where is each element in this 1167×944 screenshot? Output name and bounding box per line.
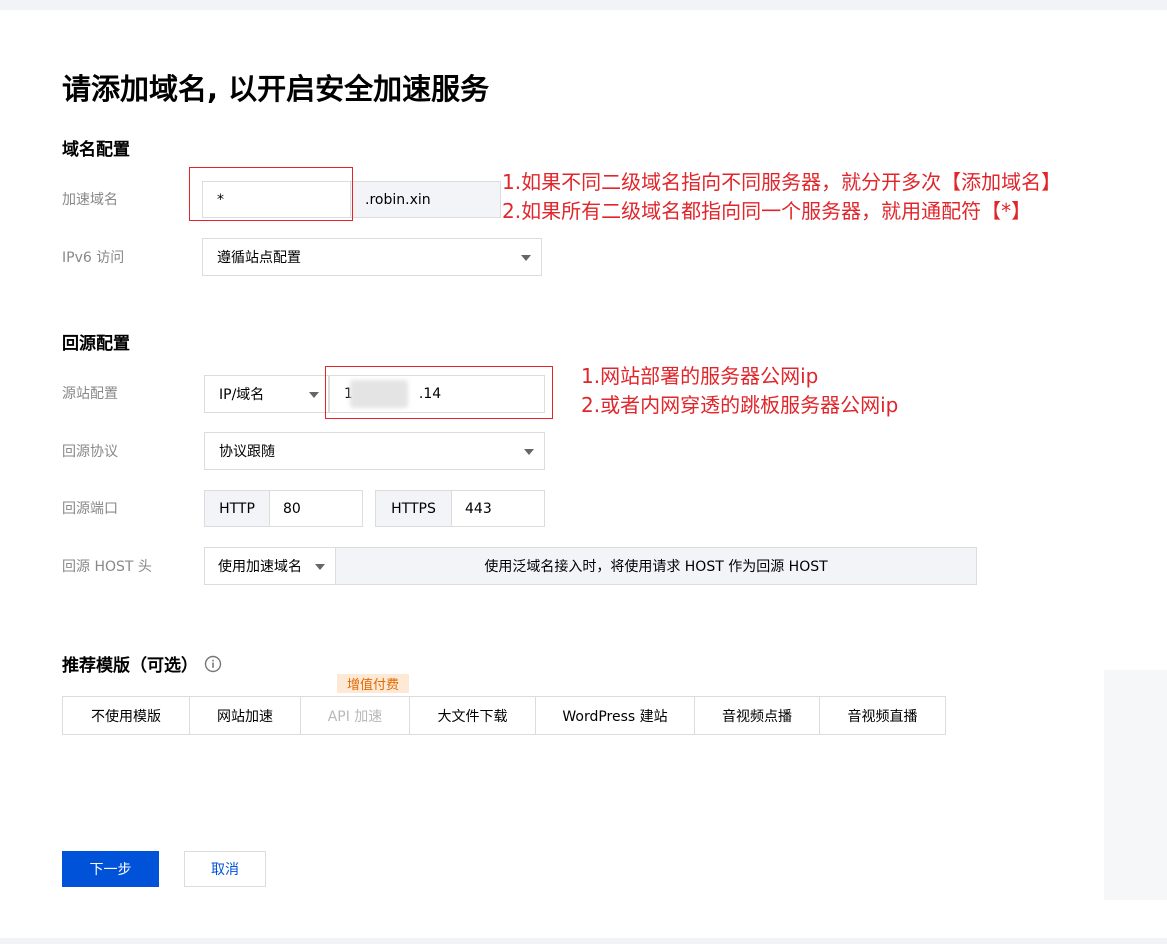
host-select[interactable]: 使用加速域名 xyxy=(204,547,336,585)
protocol-select[interactable]: 协议跟随 xyxy=(204,432,545,470)
protocol-label: 回源协议 xyxy=(62,444,118,460)
origin-type-value: IP/域名 xyxy=(219,387,265,403)
domain-config-title: 域名配置 xyxy=(62,140,130,160)
ipv6-select[interactable]: 遵循站点配置 xyxy=(202,238,542,276)
http-addon: HTTP xyxy=(204,490,270,527)
accel-domain-label: 加速域名 xyxy=(62,192,118,208)
template-option-api[interactable]: API 加速 xyxy=(301,697,410,734)
top-bar xyxy=(0,0,1167,10)
templates-title: 推荐模版（可选） xyxy=(62,651,222,676)
https-addon: HTTPS xyxy=(375,490,452,527)
cancel-button[interactable]: 取消 xyxy=(184,851,266,887)
domain-note-1: 1.如果不同二级域名指向不同服务器，就分开多次【添加域名】 xyxy=(502,170,1062,194)
annotation-box-domain xyxy=(189,167,353,221)
caret-down-icon xyxy=(524,449,534,455)
origin-note-1: 1.网站部署的服务器公网ip xyxy=(581,364,819,388)
origin-type-select[interactable]: IP/域名 xyxy=(204,375,329,413)
annotation-box-origin xyxy=(325,366,553,419)
port-label: 回源端口 xyxy=(62,501,118,517)
caret-down-icon xyxy=(521,255,531,261)
template-option-web[interactable]: 网站加速 xyxy=(190,697,301,734)
https-port-input[interactable]: 443 xyxy=(451,490,545,527)
origin-config-title: 回源配置 xyxy=(62,334,130,354)
origin-note-2: 2.或者内网穿透的跳板服务器公网ip xyxy=(581,393,899,417)
ipv6-select-value: 遵循站点配置 xyxy=(217,250,301,266)
info-circle-icon[interactable] xyxy=(204,655,222,673)
next-button[interactable]: 下一步 xyxy=(62,851,159,887)
ipv6-label: IPv6 访问 xyxy=(62,250,125,266)
template-option-wordpress[interactable]: WordPress 建站 xyxy=(536,697,695,734)
bottom-bar xyxy=(0,938,1167,944)
template-option-live[interactable]: 音视频直播 xyxy=(820,697,946,734)
origin-label: 源站配置 xyxy=(62,386,118,402)
page-title: 请添加域名, 以开启安全加速服务 xyxy=(62,72,490,106)
template-option-vod[interactable]: 音视频点播 xyxy=(695,697,820,734)
http-port-input[interactable]: 80 xyxy=(269,490,363,527)
host-hint: 使用泛域名接入时，将使用请求 HOST 作为回源 HOST xyxy=(335,547,977,585)
value-added-badge: 增值付费 xyxy=(337,674,409,693)
host-select-value: 使用加速域名 xyxy=(218,559,302,575)
protocol-select-value: 协议跟随 xyxy=(219,444,275,460)
template-selector: 不使用模版 网站加速 API 加速 大文件下载 WordPress 建站 音视频… xyxy=(62,696,946,735)
caret-down-icon xyxy=(309,392,319,398)
template-option-none[interactable]: 不使用模版 xyxy=(63,697,190,734)
templates-title-text: 推荐模版（可选） xyxy=(62,656,198,676)
background-decoration xyxy=(1104,670,1167,900)
template-option-download[interactable]: 大文件下载 xyxy=(410,697,536,734)
domain-suffix: .robin.xin xyxy=(351,181,501,218)
domain-note-2: 2.如果所有二级域名都指向同一个服务器，就用通配符【*】 xyxy=(502,199,1032,223)
host-label: 回源 HOST 头 xyxy=(62,559,152,575)
caret-down-icon xyxy=(315,564,325,570)
